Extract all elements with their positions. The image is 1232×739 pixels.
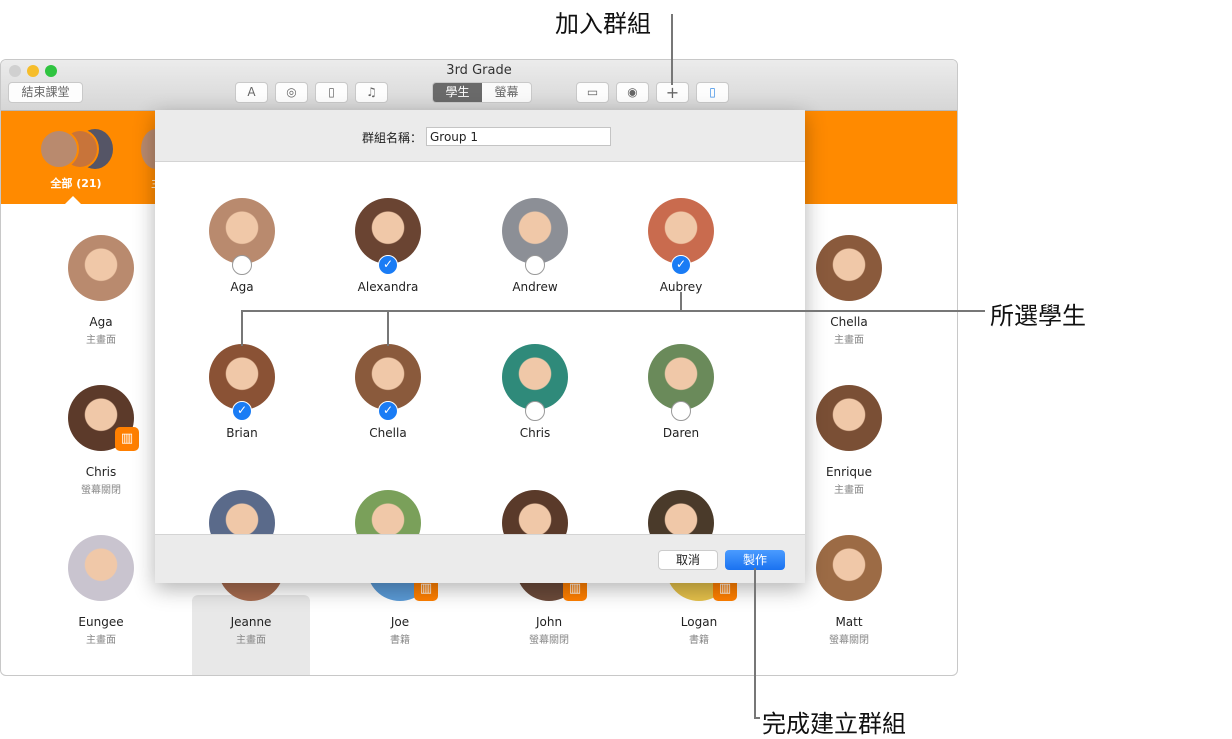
student-name: Chella [369, 426, 407, 440]
student-avatar[interactable] [355, 490, 421, 534]
safari-icon[interactable]: ◎ [275, 82, 308, 103]
student-status: 螢幕關閉 [829, 635, 869, 646]
mute-icon[interactable]: ♫ [355, 82, 388, 103]
student-status: 主畫面 [86, 635, 116, 646]
callout-line [671, 14, 673, 85]
toolbar: 3rd Grade 結束課堂 A ◎ ▯ ♫ 學生 螢幕 ▭ ◉ + ▯ [1, 60, 957, 111]
student-name: Matt [835, 615, 863, 629]
student-name: Chris [85, 465, 117, 479]
tab-screens[interactable]: 螢幕 [482, 83, 531, 102]
student-picker: Aga ✓ Alexandra Andrew ✓ Aubrey ✓ Brian ✓ Chella C… [155, 163, 805, 534]
callout-selected-students: 所選學生 [990, 302, 1086, 330]
window-title: 3rd Grade [446, 63, 512, 78]
checkbox[interactable] [525, 255, 545, 275]
group-avatar [39, 129, 79, 169]
user-refresh-icon[interactable]: ◉ [616, 82, 649, 103]
checkmark-icon[interactable]: ✓ [232, 401, 252, 421]
callout-line [680, 292, 682, 311]
device-icon[interactable]: ▯ [696, 82, 729, 103]
checkbox[interactable] [525, 401, 545, 421]
checkmark-icon[interactable]: ✓ [378, 401, 398, 421]
student-status: 書籍 [689, 635, 709, 646]
student-name: Logan [680, 615, 718, 629]
callout-line [241, 310, 243, 346]
tab-students[interactable]: 學生 [433, 83, 482, 102]
student-name: John [535, 615, 563, 629]
student-name: Brian [226, 426, 258, 440]
student-avatar[interactable] [68, 235, 134, 301]
student-name: Alexandra [357, 280, 419, 294]
callout-finish-group: 完成建立群組 [762, 710, 906, 738]
end-class-button[interactable]: 結束課堂 [8, 82, 83, 103]
sheet-header: 群組名稱： Group 1 [155, 110, 805, 162]
cancel-button[interactable]: 取消 [658, 550, 718, 570]
student-avatar[interactable] [209, 490, 275, 534]
callout-line [754, 717, 760, 719]
student-status: 主畫面 [86, 335, 116, 346]
checkmark-icon[interactable]: ✓ [671, 255, 691, 275]
student-name: Daren [662, 426, 700, 440]
student-name: Joe [390, 615, 410, 629]
book-icon: ▥ [115, 427, 139, 451]
student-avatar[interactable] [816, 235, 882, 301]
callout-line [387, 310, 389, 346]
checkbox[interactable] [671, 401, 691, 421]
student-status: 主畫面 [236, 635, 266, 646]
student-avatar[interactable] [502, 490, 568, 534]
group-name-input[interactable]: Group 1 [426, 127, 611, 146]
student-avatar[interactable] [816, 535, 882, 601]
group-all-label[interactable]: 全部 (21) [41, 175, 111, 191]
add-group-button[interactable]: + [656, 82, 689, 103]
lock-icon[interactable]: ▯ [315, 82, 348, 103]
callout-line [242, 310, 985, 312]
student-status: 螢幕關閉 [529, 635, 569, 646]
student-name: Aga [89, 315, 113, 329]
student-avatar[interactable] [68, 535, 134, 601]
checkbox[interactable] [232, 255, 252, 275]
callout-add-group: 加入群組 [555, 10, 651, 38]
new-group-sheet: 群組名稱： Group 1 Aga ✓ Alexandra Andrew ✓ Aubrey… [155, 110, 805, 583]
selection-pointer [65, 196, 81, 204]
callout-line [754, 568, 756, 719]
student-avatar[interactable] [648, 490, 714, 534]
student-name: Eungee [78, 615, 124, 629]
student-name: Andrew [512, 280, 558, 294]
checkmark-icon[interactable]: ✓ [378, 255, 398, 275]
app-store-icon[interactable]: A [235, 82, 268, 103]
sheet-footer: 取消 製作 [155, 534, 805, 583]
student-name: Chris [519, 426, 551, 440]
student-status: 書籍 [390, 635, 410, 646]
student-avatar[interactable] [816, 385, 882, 451]
student-status: 螢幕關閉 [81, 485, 121, 496]
airplay-icon[interactable]: ▭ [576, 82, 609, 103]
student-name: Aga [230, 280, 254, 294]
create-button[interactable]: 製作 [725, 550, 785, 570]
view-segmented-control: 學生 螢幕 [432, 82, 532, 103]
group-name-label: 群組名稱： [362, 131, 423, 145]
student-name: Jeanne [230, 615, 272, 629]
